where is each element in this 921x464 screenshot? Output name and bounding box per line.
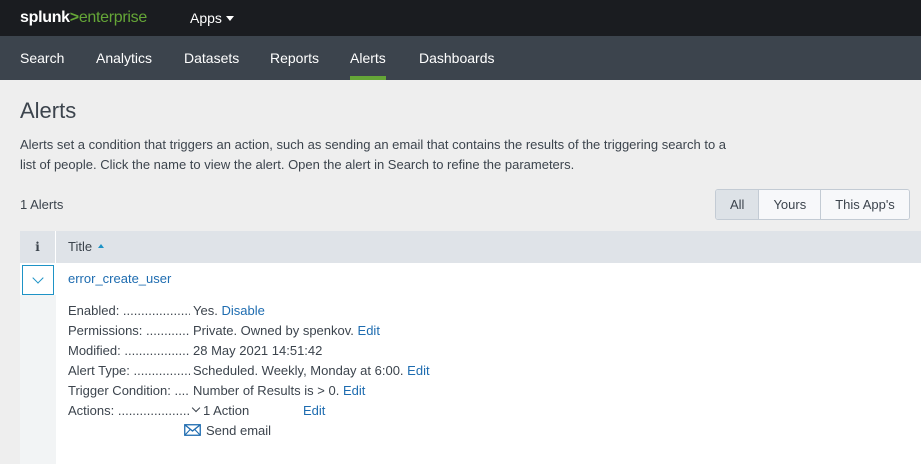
info-column-header: i	[20, 231, 56, 263]
expanded-row-gutter	[20, 295, 56, 464]
table-header: i Title	[20, 231, 921, 263]
alert-title-link[interactable]: error_create_user	[68, 271, 171, 287]
page-description: Alerts set a condition that triggers an …	[20, 137, 727, 172]
trigger-value: Number of Results is > 0.	[193, 383, 340, 398]
sort-ascending-icon	[98, 244, 105, 248]
permissions-edit-link[interactable]: Edit	[358, 323, 380, 338]
actions-value: 1 Action	[203, 403, 250, 418]
alert-type-value: Scheduled. Weekly, Monday at 6:00.	[193, 363, 404, 378]
title-column-header[interactable]: Title	[68, 239, 105, 255]
permissions-value: Private. Owned by spenkov.	[193, 323, 354, 338]
filter-yours-button[interactable]: Yours	[759, 190, 822, 219]
brand-splunk: splunk	[20, 9, 70, 26]
actions-label: Actions: ...............................…	[68, 403, 190, 418]
ownership-filter: All Yours This App's	[715, 189, 910, 220]
alert-type-value-wrap: Scheduled. Weekly, Monday at 6:00. Edit	[193, 363, 430, 379]
envelope-icon	[184, 424, 201, 436]
row-collapse-toggle[interactable]	[22, 265, 54, 295]
enabled-label: Enabled: ...............................…	[68, 303, 190, 318]
chevron-down-icon	[32, 272, 44, 284]
disable-link[interactable]: Disable	[221, 303, 264, 318]
chevron-down-icon	[191, 403, 201, 413]
brand-chevron: >	[69, 9, 79, 26]
filter-all-button[interactable]: All	[716, 190, 760, 219]
enabled-value: Yes.	[193, 303, 218, 318]
modified-label: Modified: ..............................…	[68, 343, 190, 358]
page-title: Alerts	[20, 98, 77, 123]
alert-type-label: Alert Type: ............................…	[68, 363, 190, 378]
enabled-value-wrap: Yes. Disable	[193, 303, 265, 319]
modified-value: 28 May 2021 14:51:42	[193, 343, 323, 358]
splunk-logo[interactable]: splunk>enterprise	[20, 9, 147, 27]
trigger-label: Trigger Condition: .....................…	[68, 383, 190, 398]
trigger-value-wrap: Number of Results is > 0. Edit	[193, 383, 365, 399]
app-nav: Search Analytics Datasets Reports Alerts…	[0, 36, 921, 80]
alerts-count: 1 Alerts	[20, 197, 64, 212]
nav-reports[interactable]: Reports	[270, 50, 319, 66]
title-header-label: Title	[68, 239, 93, 254]
nav-datasets[interactable]: Datasets	[184, 50, 239, 66]
permissions-label: Permissions: ...........................…	[68, 323, 190, 338]
brand-enterprise: enterprise	[78, 9, 147, 26]
nav-dashboards[interactable]: Dashboards	[419, 50, 495, 66]
nav-analytics[interactable]: Analytics	[96, 50, 152, 66]
caret-down-icon	[225, 16, 234, 21]
trigger-edit-link[interactable]: Edit	[343, 383, 365, 398]
actions-toggle[interactable]: 1 Action	[191, 403, 250, 419]
nav-search[interactable]: Search	[20, 50, 64, 66]
send-email-action: Send email	[206, 423, 272, 438]
alert-type-edit-link[interactable]: Edit	[407, 363, 429, 378]
apps-menu[interactable]: Apps	[190, 10, 234, 26]
nav-alerts[interactable]: Alerts	[350, 50, 386, 80]
actions-edit-link[interactable]: Edit	[303, 403, 325, 419]
apps-label: Apps	[190, 10, 222, 26]
permissions-value-wrap: Private. Owned by spenkov. Edit	[193, 323, 380, 339]
filter-this-app-button[interactable]: This App's	[821, 190, 909, 219]
top-bar: splunk>enterprise Apps	[0, 0, 921, 36]
